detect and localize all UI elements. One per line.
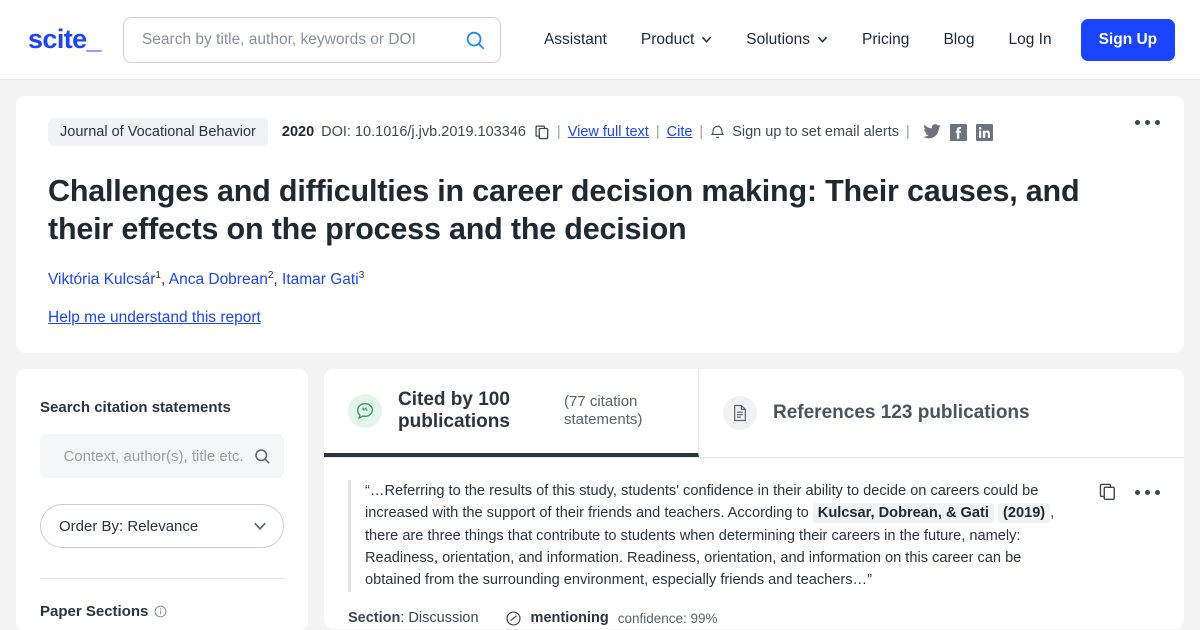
chevron-down-icon [254,523,266,531]
kebab-dot [1155,120,1160,125]
cited-reference-chip[interactable]: Kulcsar, Dobrean, & Gati [812,503,994,524]
email-alerts-label: Sign up to set email alerts [732,124,900,140]
citation-filter-sidebar: Search citation statements Order By: Rel… [16,369,308,630]
nav-label: Product [640,30,695,48]
cited-reference-year-chip[interactable]: (2019) [997,503,1051,524]
nav-label: Assistant [543,30,607,48]
meta-separator: | [906,124,910,140]
help-understand-report-link[interactable]: Help me understand this report [48,309,261,327]
tab-cited-by[interactable]: ” Cited by 100 publications (77 citation… [324,369,699,458]
view-full-text-link[interactable]: View full text [568,124,649,140]
info-icon[interactable] [154,605,167,618]
check-circle-icon [505,611,521,626]
paper-metadata-row: Journal of Vocational Behavior 2020 DOI:… [48,118,1152,146]
author-link[interactable]: Itamar Gati [282,271,359,288]
citation-search-input[interactable] [54,447,253,465]
meta-separator: | [699,124,704,140]
nav-label: Pricing [862,30,910,48]
cite-link[interactable]: Cite [667,124,693,140]
tab-references-label: References 123 publications [773,402,1030,424]
doi-text: DOI: 10.1016/j.jvb.2019.103346 [321,124,526,140]
copy-icon[interactable] [1098,482,1117,501]
nav-item-assistant[interactable]: Assistant [527,20,624,60]
kebab-dot [1145,490,1150,496]
author-list: Viktória Kulcsár1, Anca Dobrean2, Itamar… [48,270,1152,289]
order-by-label: Order By: Relevance [59,517,199,535]
top-navigation-bar: scite_ Assistant Product Solutions Prici… [0,0,1200,80]
content-columns: Search citation statements Order By: Rel… [16,369,1184,630]
meta-separator: | [655,124,660,140]
global-search-box[interactable] [122,16,501,63]
kebab-dot [1145,120,1150,125]
citation-statement-item: “…Referring to the results of this study… [348,480,1160,592]
page-content: Journal of Vocational Behavior 2020 DOI:… [0,80,1200,630]
citation-statement-body: “…Referring to the results of this study… [348,480,1078,592]
search-icon[interactable] [253,447,271,465]
confidence-value: confidence: 99% [617,610,718,626]
citation-statement-more-button[interactable] [1135,482,1160,496]
search-icon[interactable] [464,29,486,51]
author-link[interactable]: Viktória Kulcsár [48,271,155,288]
nav-item-product[interactable]: Product [624,20,729,60]
author-separator: , [273,271,283,289]
linkedin-icon[interactable] [975,123,993,141]
nav-item-login[interactable]: Log In [991,20,1068,60]
tab-cited-by-subtext: (77 citation statements) [564,392,643,429]
publication-year: 2020 [281,124,315,140]
citation-tabs: ” Cited by 100 publications (77 citation… [324,369,1184,458]
sidebar-heading: Search citation statements [40,399,231,417]
citations-panel: ” Cited by 100 publications (77 citation… [324,369,1184,630]
citation-statements-list: “…Referring to the results of this study… [324,457,1184,630]
email-alerts-button[interactable]: Sign up to set email alerts [710,124,899,140]
kebab-dot [1135,120,1140,125]
meta-separator: | [556,124,561,140]
author-separator: , [160,271,169,289]
kebab-dot [1155,490,1160,496]
sidebar-divider [40,578,284,580]
paper-more-options-button[interactable] [1135,120,1160,125]
citation-statement-actions [1078,480,1160,592]
order-by-select[interactable]: Order By: Relevance [40,504,284,549]
section-label: Section [348,610,401,627]
citation-statement-footer: Section: Discussion mentioning confidenc… [348,610,1160,627]
nav-label: Solutions [746,30,811,48]
document-icon [723,396,757,431]
chevron-down-icon [818,36,827,43]
search-input[interactable] [141,30,464,49]
sign-up-button[interactable]: Sign Up [1080,18,1176,61]
section-info: Section: Discussion [348,610,479,626]
facebook-icon[interactable] [949,123,967,141]
tab-cited-by-label: Cited by 100 publications [398,389,510,433]
paper-sections-heading[interactable]: Paper Sections [40,603,284,620]
status-badge[interactable]: mentioning confidence: 99% [505,610,718,627]
twitter-icon[interactable] [923,124,941,140]
section-value: : Discussion [400,610,479,627]
social-share-group [923,123,993,141]
nav-item-solutions[interactable]: Solutions [729,20,845,60]
bell-icon [710,125,725,139]
copy-icon[interactable] [534,124,550,140]
scite-logo[interactable]: scite_ [28,24,102,55]
author-affiliation-marker: 3 [358,270,365,282]
journal-name-badge[interactable]: Journal of Vocational Behavior [48,118,268,146]
citation-statement-text: “…Referring to the results of this study… [365,480,1078,592]
nav-item-pricing[interactable]: Pricing [845,20,926,60]
nav-label: Log In [1008,30,1052,48]
tab-references[interactable]: References 123 publications [699,369,1054,457]
nav-label: Blog [943,30,975,48]
chevron-down-icon [702,36,712,43]
citation-search-box[interactable] [40,434,284,479]
paper-sections-label: Paper Sections [40,603,149,621]
paper-header-card: Journal of Vocational Behavior 2020 DOI:… [16,96,1184,354]
nav-item-blog[interactable]: Blog [926,20,991,60]
status-badge-label: mentioning [530,610,609,627]
author-link[interactable]: Anca Dobrean [169,271,268,288]
svg-text:”: ” [362,407,365,414]
nav-links: Assistant Product Solutions Pricing Blog… [527,18,1176,61]
page-title: Challenges and difficulties in career de… [48,174,1080,247]
quote-bubble-icon: ” [348,394,382,429]
kebab-dot [1135,490,1140,496]
